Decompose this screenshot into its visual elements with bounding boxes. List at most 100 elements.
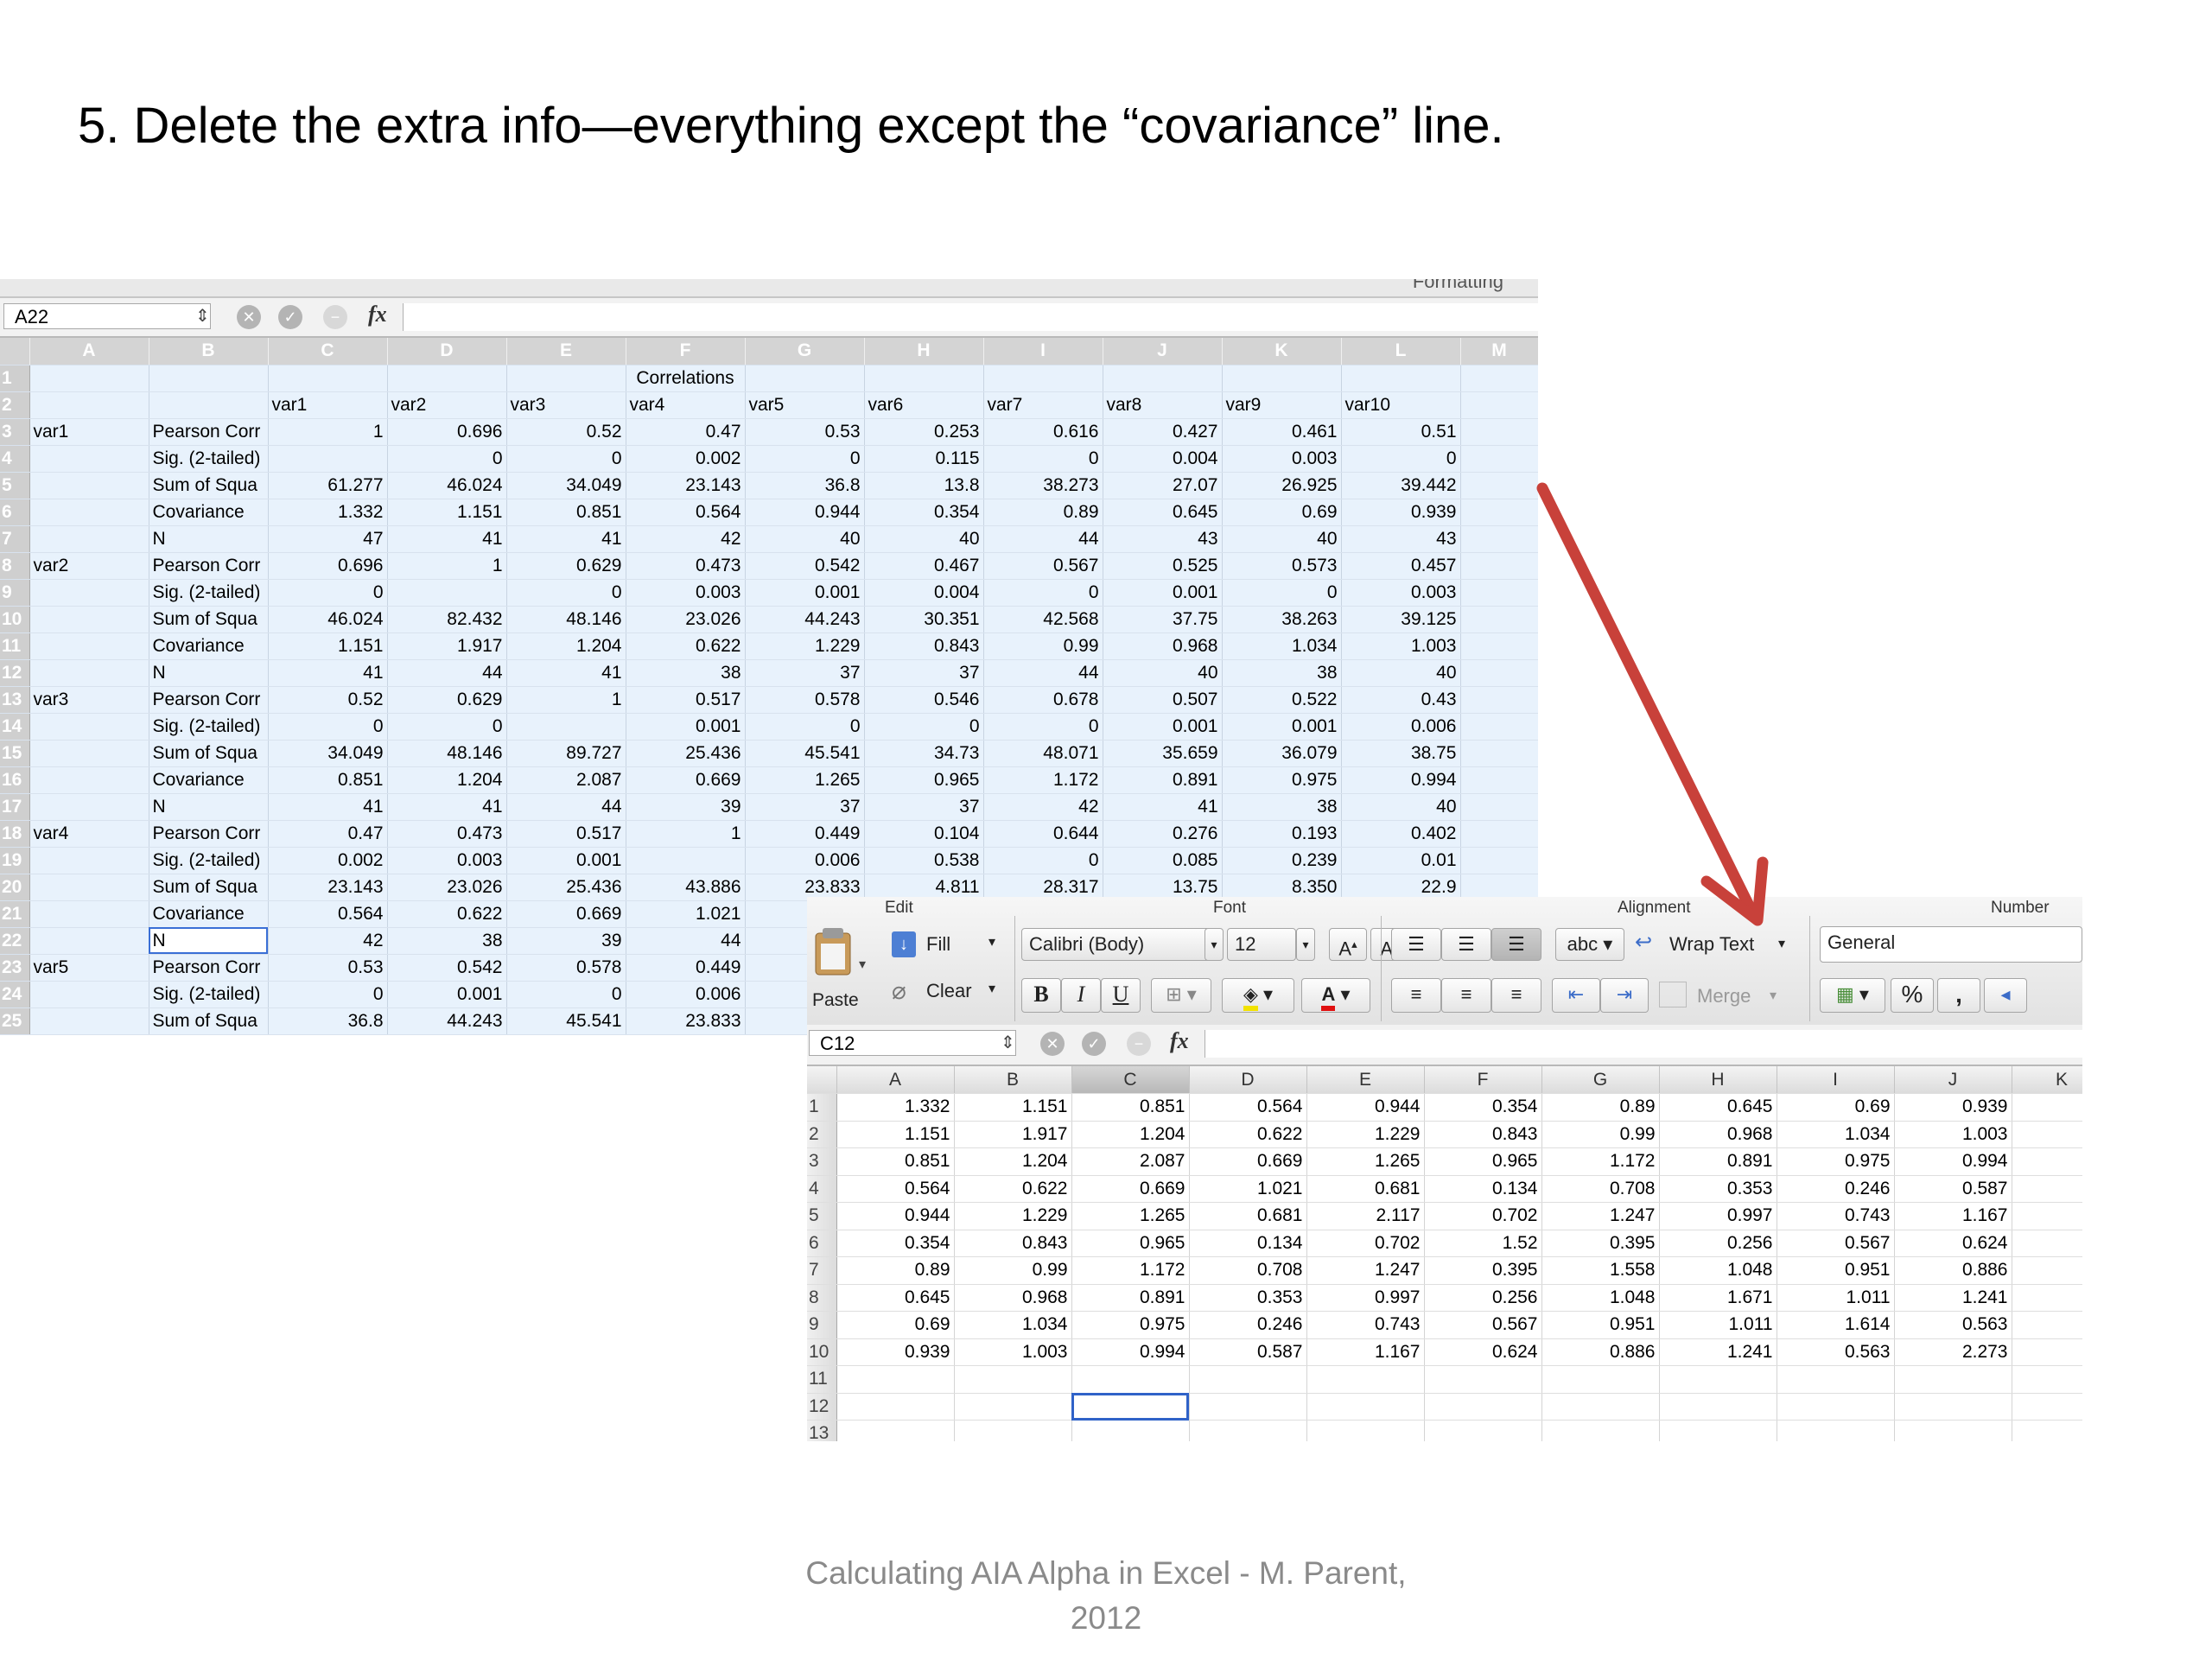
cell-d12[interactable]: 44: [387, 659, 507, 687]
cell-a12[interactable]: [29, 659, 149, 687]
row-header[interactable]: 15: [0, 740, 30, 767]
cell-b1[interactable]: [149, 365, 269, 392]
cell-a10[interactable]: [29, 606, 149, 633]
cell-k4[interactable]: 0.003: [1222, 445, 1342, 473]
cell-l12[interactable]: 40: [1341, 659, 1461, 687]
align-left-button[interactable]: ≡: [1391, 978, 1441, 1013]
orientation-button[interactable]: abc ▾: [1555, 928, 1624, 961]
cell-l2[interactable]: var10: [1341, 391, 1461, 419]
cell-d17[interactable]: 41: [387, 793, 507, 821]
cell-g16[interactable]: 1.265: [745, 766, 865, 794]
cell-h2[interactable]: var6: [864, 391, 984, 419]
cell-h7[interactable]: 1.048: [1659, 1256, 1777, 1285]
bold-button[interactable]: B: [1021, 978, 1061, 1013]
cell-j19[interactable]: 0.085: [1103, 847, 1223, 874]
cell-a25[interactable]: [29, 1007, 149, 1035]
cell-a4[interactable]: [29, 445, 149, 473]
cell-c8[interactable]: 0.891: [1071, 1284, 1190, 1312]
column-header-e[interactable]: E: [1306, 1066, 1425, 1094]
row-header[interactable]: 23: [0, 954, 30, 982]
cell-j13[interactable]: [1894, 1420, 2012, 1441]
cell-d8[interactable]: 0.353: [1189, 1284, 1307, 1312]
cell-b19[interactable]: Sig. (2-tailed): [149, 847, 269, 874]
cell-a14[interactable]: [29, 713, 149, 741]
cell-c6[interactable]: 0.965: [1071, 1230, 1190, 1257]
cell-h11[interactable]: [1659, 1365, 1777, 1394]
cell-d7[interactable]: 0.708: [1189, 1256, 1307, 1285]
cell-k16[interactable]: 0.975: [1222, 766, 1342, 794]
cell-i5[interactable]: 0.743: [1777, 1202, 1895, 1230]
cell-k5[interactable]: 26.925: [1222, 472, 1342, 499]
cell-a11[interactable]: [836, 1365, 955, 1394]
cell-h10[interactable]: 30.351: [864, 606, 984, 633]
cell-a6[interactable]: [29, 499, 149, 526]
cell-i1[interactable]: [983, 365, 1103, 392]
cell-c3[interactable]: 2.087: [1071, 1147, 1190, 1176]
font-name-dropdown-icon[interactable]: ▾: [1205, 928, 1224, 961]
cancel-icon[interactable]: ✕: [237, 305, 261, 329]
cell-c25[interactable]: 36.8: [268, 1007, 388, 1035]
cell-f18[interactable]: 1: [626, 820, 746, 848]
cell-f17[interactable]: 39: [626, 793, 746, 821]
cell-c12[interactable]: 41: [268, 659, 388, 687]
cell-e4[interactable]: 0: [506, 445, 626, 473]
cell-c22[interactable]: 42: [268, 927, 388, 955]
cell-a10[interactable]: 0.939: [836, 1338, 955, 1366]
cell-m11[interactable]: [1460, 632, 1538, 660]
cell-i12[interactable]: 44: [983, 659, 1103, 687]
cell-l13[interactable]: 0.43: [1341, 686, 1461, 714]
cell-m5[interactable]: [1460, 472, 1538, 499]
cell-k2[interactable]: var9: [1222, 391, 1342, 419]
cell-j4[interactable]: 0.004: [1103, 445, 1223, 473]
cell-j11[interactable]: [1894, 1365, 2012, 1394]
cell-g4[interactable]: 0: [745, 445, 865, 473]
column-header-d[interactable]: D: [1189, 1066, 1307, 1094]
cell-g9[interactable]: 0.001: [745, 579, 865, 607]
cell-g10[interactable]: 44.243: [745, 606, 865, 633]
cell-g8[interactable]: 0.542: [745, 552, 865, 580]
cell-e4[interactable]: 0.681: [1306, 1175, 1425, 1203]
cell-c2[interactable]: var1: [268, 391, 388, 419]
cell-k4[interactable]: [2012, 1175, 2082, 1203]
cell-e12[interactable]: [1306, 1393, 1425, 1421]
cell-a15[interactable]: [29, 740, 149, 767]
fill-color-button[interactable]: ◈ ▾: [1222, 978, 1294, 1013]
cell-e3[interactable]: 0.52: [506, 418, 626, 446]
cell-m6[interactable]: [1460, 499, 1538, 526]
row-header[interactable]: 9: [807, 1311, 837, 1339]
cell-h3[interactable]: 0.253: [864, 418, 984, 446]
cell-h12[interactable]: [1659, 1393, 1777, 1421]
cell-e20[interactable]: 25.436: [506, 874, 626, 901]
cell-k10[interactable]: 38.263: [1222, 606, 1342, 633]
cell-a13[interactable]: [836, 1420, 955, 1441]
cell-m2[interactable]: [1460, 391, 1538, 419]
cell-g2[interactable]: 0.99: [1541, 1121, 1660, 1148]
cell-a23[interactable]: var5: [29, 954, 149, 982]
cell-k8[interactable]: 0.573: [1222, 552, 1342, 580]
cell-j12[interactable]: [1894, 1393, 2012, 1421]
cell-h8[interactable]: 1.671: [1659, 1284, 1777, 1312]
cell-e11[interactable]: [1306, 1365, 1425, 1394]
cell-j6[interactable]: 0.645: [1103, 499, 1223, 526]
cell-f11[interactable]: 0.622: [626, 632, 746, 660]
cell-m8[interactable]: [1460, 552, 1538, 580]
cell-h4[interactable]: 0.115: [864, 445, 984, 473]
cell-l5[interactable]: 39.442: [1341, 472, 1461, 499]
cell-k2[interactable]: [2012, 1121, 2082, 1148]
column-header-f[interactable]: F: [1424, 1066, 1542, 1094]
cell-i6[interactable]: 0.89: [983, 499, 1103, 526]
cell-d11[interactable]: [1189, 1365, 1307, 1394]
cell-g15[interactable]: 45.541: [745, 740, 865, 767]
cell-h6[interactable]: 0.354: [864, 499, 984, 526]
cell-e2[interactable]: 1.229: [1306, 1121, 1425, 1148]
cell-f1[interactable]: 0.354: [1424, 1093, 1542, 1122]
decrease-indent-button[interactable]: ⇤: [1552, 978, 1600, 1013]
cell-b4[interactable]: Sig. (2-tailed): [149, 445, 269, 473]
cell-e8[interactable]: 0.997: [1306, 1284, 1425, 1312]
cell-g6[interactable]: 0.395: [1541, 1230, 1660, 1257]
cell-g7[interactable]: 40: [745, 525, 865, 553]
cell-g6[interactable]: 0.944: [745, 499, 865, 526]
column-header-h[interactable]: H: [864, 338, 984, 365]
column-header-k[interactable]: K: [2012, 1066, 2082, 1094]
cell-g13[interactable]: 0.578: [745, 686, 865, 714]
